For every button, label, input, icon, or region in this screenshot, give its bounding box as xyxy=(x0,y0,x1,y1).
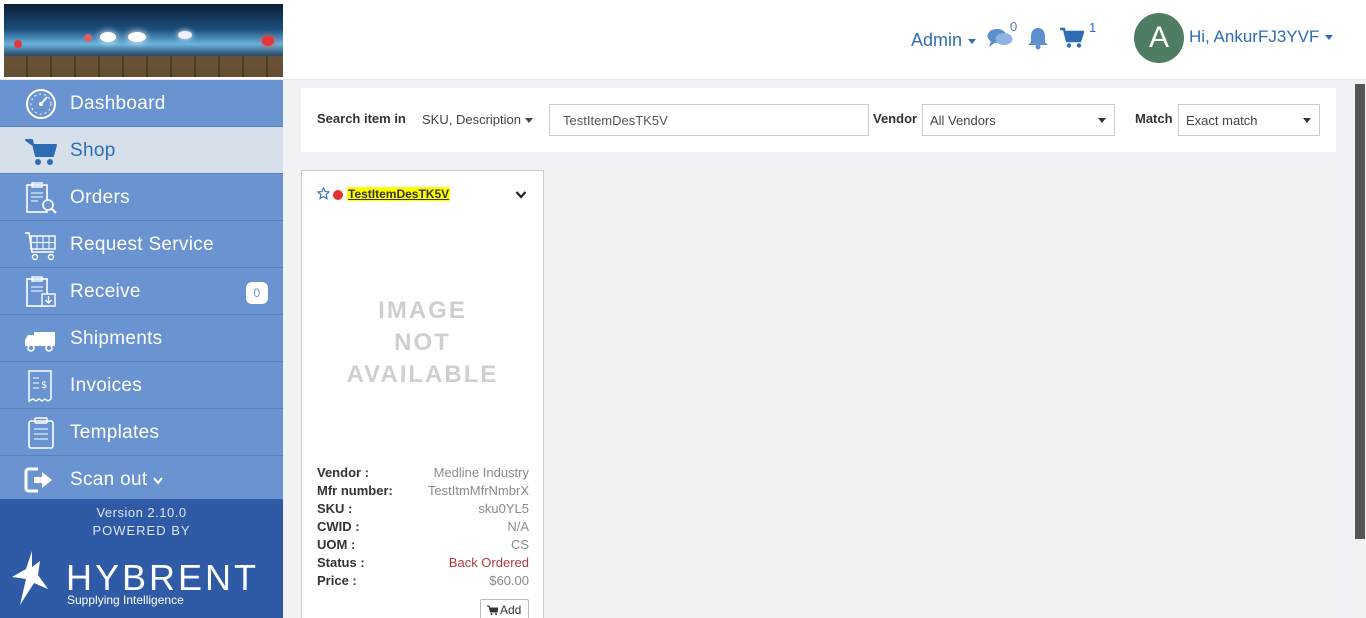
svg-text:$: $ xyxy=(41,380,48,391)
search-in-label: Search item in xyxy=(317,111,406,126)
receive-count-badge: 0 xyxy=(246,282,268,304)
sidebar-item-label: Templates xyxy=(70,422,160,443)
brand-tagline: Supplying Intelligence xyxy=(67,593,184,607)
match-select[interactable]: Exact match xyxy=(1178,104,1320,136)
product-details: Vendor : Medline Industry Mfr number: Te… xyxy=(317,463,529,589)
dropdown-arrow-icon xyxy=(1303,118,1311,123)
match-select-value: Exact match xyxy=(1186,113,1258,128)
sidebar-item-label: Shop xyxy=(70,140,116,161)
scan-out-icon xyxy=(24,467,52,493)
detail-row-mfr-number: Mfr number: TestItmMfrNmbrX xyxy=(317,483,529,498)
sidebar-item-shop[interactable]: Shop xyxy=(0,127,283,174)
sidebar-item-templates[interactable]: Templates xyxy=(0,409,283,456)
invoice-icon: $ xyxy=(28,370,52,403)
chevron-down-icon xyxy=(153,477,163,485)
service-cart-icon xyxy=(25,232,56,261)
app-version: Version 2.10.0 xyxy=(96,505,187,520)
detail-row-vendor: Vendor : Medline Industry xyxy=(317,465,529,480)
match-label: Match xyxy=(1135,111,1173,126)
orders-clipboard-search-icon xyxy=(26,182,57,214)
search-bar: Search item in SKU, Description Vendor A… xyxy=(301,88,1336,152)
search-scope-value: SKU, Description xyxy=(422,112,521,127)
sidebar: Dashboard Shop Orders Request Service Re… xyxy=(0,80,283,618)
sidebar-item-label: Invoices xyxy=(70,375,143,396)
cart-icon xyxy=(487,605,499,615)
sidebar-item-scan-out[interactable]: Scan out xyxy=(0,456,283,503)
cart-icon xyxy=(25,139,57,165)
detail-row-cwid: CWID : N/A xyxy=(317,519,529,534)
sidebar-item-label: Scan out xyxy=(70,469,163,491)
avatar[interactable]: A xyxy=(1134,13,1184,63)
detail-row-uom: UOM : CS xyxy=(317,537,529,552)
user-greeting: Hi, AnkurFJ3YVF xyxy=(1189,27,1320,46)
product-card: TestItemDesTK5V IMAGE NOT AVAILABLE Vend… xyxy=(301,170,544,618)
search-scope-dropdown[interactable]: SKU, Description xyxy=(422,112,533,127)
add-to-cart-button[interactable]: Add xyxy=(480,599,529,618)
favorite-star-icon[interactable] xyxy=(317,187,330,200)
sidebar-item-label: Orders xyxy=(70,187,130,208)
dropdown-arrow-icon xyxy=(1098,118,1106,123)
cart-icon[interactable] xyxy=(1060,27,1084,49)
detail-row-sku: SKU : sku0YL5 xyxy=(317,501,529,516)
admin-menu[interactable]: Admin xyxy=(911,30,977,51)
vendor-select-value: All Vendors xyxy=(930,113,996,128)
messages-count: 0 xyxy=(1010,19,1018,34)
hybrent-bird-logo-icon xyxy=(12,551,48,605)
search-input[interactable] xyxy=(549,104,869,136)
sidebar-item-orders[interactable]: Orders xyxy=(0,174,283,221)
detail-row-price: Price : $60.00 xyxy=(317,573,529,588)
chevron-down-icon xyxy=(968,38,977,44)
status-badge: Back Ordered xyxy=(448,555,529,570)
sidebar-item-invoices[interactable]: $ Invoices xyxy=(0,362,283,409)
sidebar-item-label: Dashboard xyxy=(70,93,166,114)
sidebar-item-shipments[interactable]: Shipments xyxy=(0,315,283,362)
dashboard-gauge-icon xyxy=(26,89,56,119)
sidebar-item-label: Shipments xyxy=(70,328,163,349)
user-menu[interactable]: Hi, AnkurFJ3YVF xyxy=(1189,27,1334,47)
sidebar-item-dashboard[interactable]: Dashboard xyxy=(0,80,283,127)
vendor-select[interactable]: All Vendors xyxy=(922,104,1115,136)
chevron-down-icon xyxy=(524,118,533,124)
top-header: Admin 0 1 A Hi, AnkurFJ3YVF xyxy=(0,0,1366,80)
truck-icon xyxy=(25,332,55,352)
sidebar-item-label: Request Service xyxy=(70,234,214,255)
vertical-scrollbar-thumb[interactable] xyxy=(1355,84,1365,539)
detail-row-status: Status : Back Ordered xyxy=(317,555,529,570)
admin-label: Admin xyxy=(911,30,963,50)
templates-clipboard-icon xyxy=(28,417,54,449)
receive-clipboard-icon xyxy=(26,276,56,307)
sidebar-item-receive[interactable]: Receive 0 xyxy=(0,268,283,315)
image-not-available-placeholder: IMAGE NOT AVAILABLE xyxy=(346,297,499,388)
chevron-down-icon[interactable] xyxy=(515,190,527,200)
cart-count: 1 xyxy=(1089,20,1097,35)
sidebar-item-request-service[interactable]: Request Service xyxy=(0,221,283,268)
company-logo-image[interactable] xyxy=(4,4,283,77)
product-name-link[interactable]: TestItemDesTK5V xyxy=(347,187,451,201)
powered-by-label: POWERED BY xyxy=(92,523,191,538)
bell-icon[interactable] xyxy=(1027,26,1049,50)
sidebar-footer: Version 2.10.0 POWERED BY HYBRENT Supply… xyxy=(0,499,283,618)
sidebar-item-label: Receive xyxy=(70,281,141,302)
chevron-down-icon xyxy=(1325,35,1334,41)
status-dot-icon xyxy=(333,190,343,200)
vendor-label: Vendor xyxy=(873,111,918,126)
